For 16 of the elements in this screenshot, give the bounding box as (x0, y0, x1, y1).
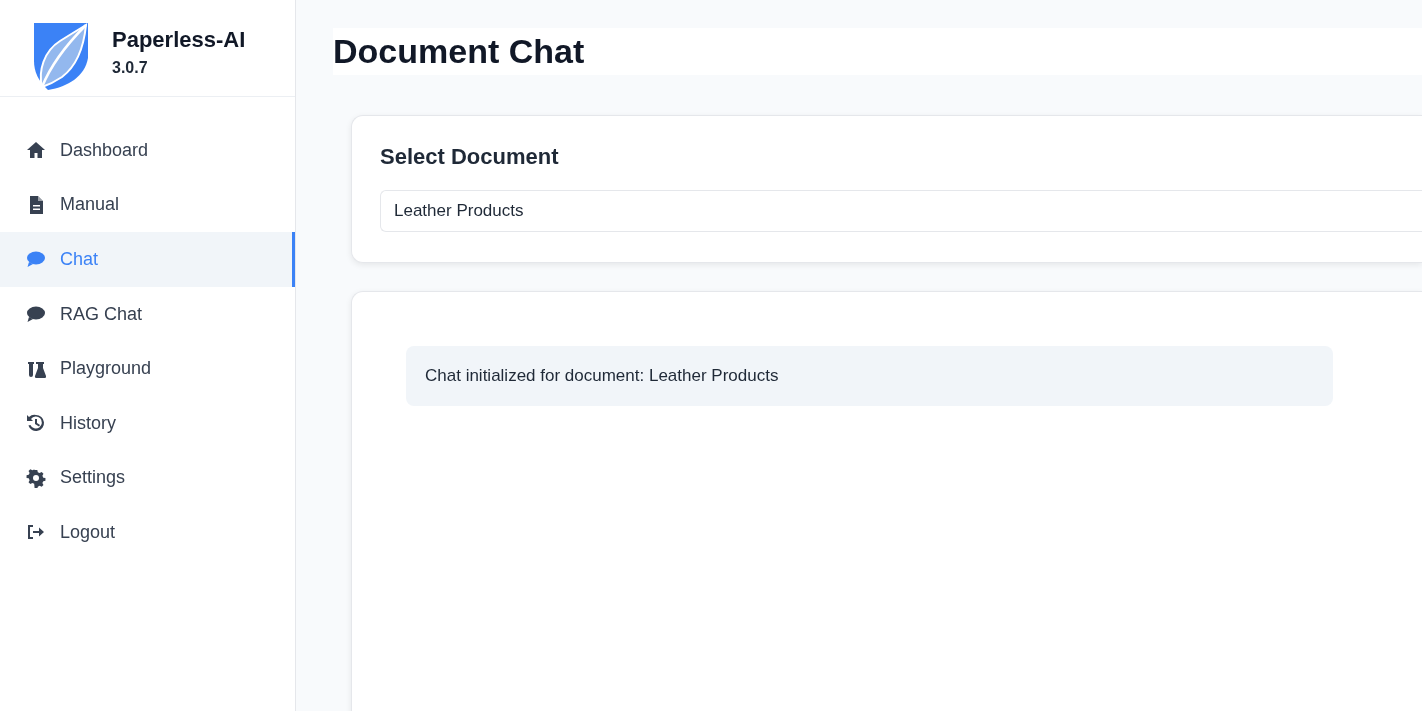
house-icon (26, 140, 46, 161)
sidebar-item[interactable]: Playground (0, 341, 295, 396)
sidebar-item[interactable]: Manual (0, 177, 295, 233)
page-title: Document Chat (333, 32, 585, 71)
app-version: 3.0.7 (112, 59, 149, 77)
settings-icon (26, 467, 46, 488)
history-icon (26, 413, 46, 434)
sidebar-item[interactable]: History (0, 395, 295, 451)
sidebar-item[interactable]: RAG Chat (0, 286, 295, 342)
card-heading: Select Document (380, 144, 560, 170)
sidebar-item[interactable]: Logout (0, 505, 295, 560)
chat-message: Chat initialized for document: Leather Products (406, 346, 1333, 406)
sidebar-item[interactable]: Settings (0, 450, 295, 506)
document-select-field[interactable]: Leather Products (380, 190, 1422, 232)
app-name: Paperless-AI (112, 27, 246, 53)
sidebar-item[interactable]: Dashboard (0, 123, 295, 178)
